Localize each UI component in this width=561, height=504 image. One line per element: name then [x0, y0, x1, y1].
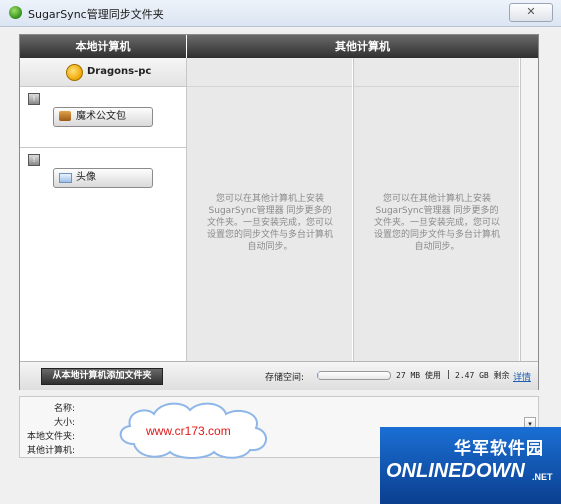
- info-icon[interactable]: !: [28, 93, 40, 105]
- add-local-folder-button[interactable]: 从本地计算机添加文件夹: [41, 368, 163, 385]
- folder-label: 头像: [76, 172, 96, 183]
- storage-label: 存储空间:: [265, 373, 305, 383]
- watermark-url: www.cr173.com: [146, 424, 231, 438]
- info-icon[interactable]: !: [28, 154, 40, 166]
- footer-bar: 从本地计算机添加文件夹 存储空间: 27 MB 使用 | 2.47 GB 剩余 …: [20, 361, 538, 390]
- title-bar: SugarSync管理同步文件夹 ✕: [0, 0, 561, 27]
- watermark-brand-en: ONLINEDOWN: [386, 460, 525, 482]
- folder-label: 魔术公文包: [76, 111, 126, 122]
- info-label-size: 大小:: [53, 418, 75, 428]
- install-hint-text: 您可以在其他计算机上安装SugarSync管理器 同步更多的文件夹。一旦安装完成…: [206, 194, 333, 252]
- briefcase-icon: [59, 111, 71, 121]
- info-label-other-computers: 其他计算机:: [26, 446, 75, 456]
- window-title: SugarSync管理同步文件夹: [28, 8, 164, 21]
- other-computer-pane: 您可以在其他计算机上安装SugarSync管理器 同步更多的文件夹。一旦安装完成…: [354, 58, 519, 361]
- sugarsync-app-icon: [9, 6, 22, 19]
- other-computer-pane: 您可以在其他计算机上安装SugarSync管理器 同步更多的文件夹。一旦安装完成…: [187, 58, 352, 361]
- computer-name: Dragons-pc: [87, 66, 152, 77]
- folder-button-avatar[interactable]: 头像: [53, 168, 153, 188]
- storage-used-text: 27 MB 使用: [396, 371, 441, 380]
- folder-button-briefcase[interactable]: 魔术公文包: [53, 107, 153, 127]
- storage-progress-fill: [318, 372, 320, 379]
- other-computer-row: [187, 58, 352, 87]
- storage-free-text: 2.47 GB 剩余: [455, 371, 510, 380]
- info-label-name: 名称:: [53, 404, 75, 414]
- sync-folders-panel: 本地计算机 其他计算机 Dragons-pc ! 魔术公文包 ! 头像 您可以在…: [19, 34, 539, 390]
- local-computer-row[interactable]: Dragons-pc: [20, 58, 186, 87]
- storage-separator: |: [447, 370, 451, 380]
- storage-details-link[interactable]: 详情: [513, 370, 531, 383]
- folder-section: ! 头像: [20, 148, 186, 361]
- folder-icon: [59, 173, 72, 183]
- storage-progress-bar: [317, 371, 391, 380]
- watermark-brand-cn: 华军软件园: [454, 439, 544, 458]
- folder-section: ! 魔术公文包: [20, 87, 186, 148]
- computer-icon: [66, 64, 83, 81]
- other-computer-row: [354, 58, 519, 87]
- watermark-brand-suffix: .NET: [532, 472, 553, 482]
- scroll-gutter: [521, 58, 538, 361]
- other-computers-header: 其他计算机: [187, 35, 538, 58]
- install-hint-text: 您可以在其他计算机上安装SugarSync管理器 同步更多的文件夹。一旦安装完成…: [373, 194, 500, 252]
- close-button[interactable]: ✕: [509, 3, 553, 22]
- local-computer-header: 本地计算机: [20, 35, 186, 58]
- info-label-local-folder: 本地文件夹:: [26, 432, 75, 442]
